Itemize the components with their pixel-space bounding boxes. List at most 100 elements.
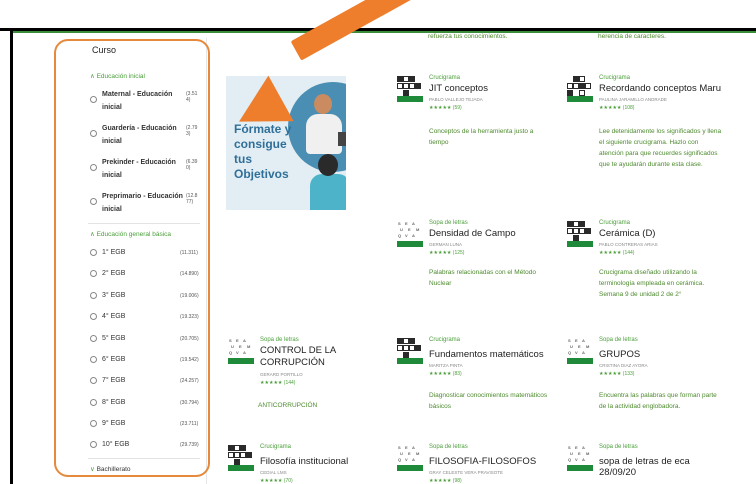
group-divider: [88, 223, 200, 224]
radio-button[interactable]: [90, 96, 97, 103]
card-author: MARITZA PINTA: [429, 363, 463, 368]
option-count: (24.257): [180, 378, 199, 384]
option-count: (19.542): [180, 357, 199, 363]
filter-title: Curso: [92, 45, 117, 55]
card-type: Crucigrama: [429, 337, 461, 343]
card-rating: ★★★★★ (144): [260, 380, 296, 386]
radio-button[interactable]: [90, 164, 97, 171]
group-label: Educación inicial: [96, 73, 145, 80]
card-rating: ★★★★★ (70): [260, 478, 293, 484]
card-type: Sopa de letras: [260, 337, 299, 343]
card-description: Encuentra las palabras que forman parte …: [599, 392, 717, 410]
page-frame-left: [10, 31, 13, 484]
person-illustration-head: [318, 154, 338, 176]
radio-button[interactable]: [90, 130, 97, 137]
card-title[interactable]: FILOSOFIA-FILOSOFOS: [429, 456, 536, 467]
card-description: ANTICORRUPCIÓN: [258, 402, 318, 409]
option-count: (29.739): [180, 442, 199, 448]
card-title[interactable]: CONTROL DE LA CORRUPCIÓN: [260, 345, 370, 369]
radio-button[interactable]: [90, 249, 97, 256]
option-label: 10° EGB: [102, 441, 130, 448]
card-author: CRISTINA DIAZ AYORA: [599, 363, 648, 368]
option-count: (11.311): [180, 250, 198, 256]
card-description: Diagnosticar conocimientos matemáticos b…: [429, 392, 548, 410]
card-description: refuerza tus conocimientos.: [428, 33, 508, 40]
card-rating: ★★★★★ (108): [599, 105, 635, 111]
card-type: Sopa de letras: [429, 220, 468, 226]
option-count: (14.890): [180, 271, 199, 277]
word-search-thumbnail: SEA UEM QVA: [567, 338, 593, 364]
option-count: (19.006): [180, 293, 199, 299]
radio-button[interactable]: [90, 292, 97, 299]
radio-button[interactable]: [90, 399, 97, 406]
card-type: Crucigrama: [260, 444, 292, 450]
group-toggle-bachillerato[interactable]: ∨ Bachillerato: [90, 465, 131, 473]
group-label: Bachillerato: [96, 466, 131, 473]
option-label: Preprimario - Educación inicial: [102, 193, 183, 213]
option-label: 1° EGB: [102, 249, 126, 256]
card-rating: ★★★★★ (133): [599, 371, 635, 377]
word-search-thumbnail: SEA UEM QVA: [228, 338, 254, 364]
card-type: Crucigrama: [599, 220, 631, 226]
card-title[interactable]: Recordando conceptos Maru: [599, 83, 721, 94]
group-toggle-educacion-inicial[interactable]: ∧ Educación inicial: [90, 72, 145, 80]
group-label: Educación general básica: [96, 231, 172, 238]
option-label: Guardería - Educación inicial: [102, 125, 177, 145]
radio-button[interactable]: [90, 356, 97, 363]
option-label: Maternal - Educación inicial: [102, 91, 173, 111]
card-title[interactable]: GRUPOS: [599, 349, 640, 360]
crossword-thumbnail: [567, 221, 593, 247]
word-search-thumbnail: SEA UEM QVA: [397, 221, 423, 247]
laptop-illustration: [338, 132, 346, 146]
card-type: Sopa de letras: [599, 444, 638, 450]
card-rating: ★★★★★ (144): [599, 250, 635, 256]
card-description: Crucigrama diseñado utilizando la termin…: [599, 269, 705, 298]
person-illustration: [306, 114, 342, 154]
card-author: PABLO VALLEJO TEJADA: [429, 97, 483, 102]
card-title[interactable]: Cerámica (D): [599, 228, 655, 239]
option-count: (30.794): [180, 400, 199, 406]
card-author: PAULINA JARAMILLO ANDRADE: [599, 97, 667, 102]
radio-button[interactable]: [90, 420, 97, 427]
card-title[interactable]: Densidad de Campo: [429, 228, 516, 239]
radio-button[interactable]: [90, 198, 97, 205]
radio-button[interactable]: [90, 377, 97, 384]
card-rating: ★★★★★ (125): [429, 250, 465, 256]
radio-button[interactable]: [90, 335, 97, 342]
card-rating: ★★★★★ (98): [429, 478, 462, 484]
option-count: (20.705): [180, 336, 199, 342]
crossword-thumbnail: [228, 445, 254, 471]
option-label: 4° EGB: [102, 313, 126, 320]
option-label: Prekinder - Educación inicial: [102, 159, 176, 179]
card-rating: ★★★★★ (59): [429, 105, 462, 111]
option-label: 7° EGB: [102, 377, 126, 384]
radio-button[interactable]: [90, 313, 97, 320]
card-description: Palabras relacionadas con el Método Nucl…: [429, 269, 536, 287]
card-rating: ★★★★★ (83): [429, 371, 462, 377]
option-label: 6° EGB: [102, 356, 126, 363]
card-author: PABLO CONTRERAS ARIAS: [599, 242, 658, 247]
word-search-thumbnail: SEA UEM QVA: [397, 445, 423, 471]
radio-button[interactable]: [90, 270, 97, 277]
word-search-thumbnail: SEA UEM QVA: [567, 445, 593, 471]
card-description: Conceptos de la herramienta justo a tiem…: [429, 128, 534, 146]
group-toggle-educacion-general-basica[interactable]: ∧ Educación general básica: [90, 230, 171, 238]
option-count: (23.711): [180, 421, 199, 427]
option-count: (6.390): [186, 159, 198, 171]
card-author: GERMAN LUNA: [429, 242, 463, 247]
card-title[interactable]: sopa de letras de eca 28/09/20: [599, 456, 709, 478]
card-author: CEDIAL LMS: [260, 470, 287, 475]
option-count: (2.793): [186, 125, 198, 137]
crossword-thumbnail: [397, 338, 423, 364]
card-title[interactable]: Fundamentos matemáticos: [429, 349, 544, 360]
crossword-thumbnail: [567, 76, 593, 102]
card-author: GERARD PORTILLO: [260, 372, 303, 377]
card-type: Crucigrama: [599, 75, 631, 81]
option-count: (3.514): [186, 91, 198, 103]
radio-button[interactable]: [90, 441, 97, 448]
card-title[interactable]: Filosofía institucional: [260, 456, 348, 467]
card-description: herencia de caracteres.: [598, 33, 666, 40]
option-label: 5° EGB: [102, 335, 126, 342]
card-title[interactable]: JIT conceptos: [429, 83, 488, 94]
sidebar-divider: [206, 38, 207, 484]
